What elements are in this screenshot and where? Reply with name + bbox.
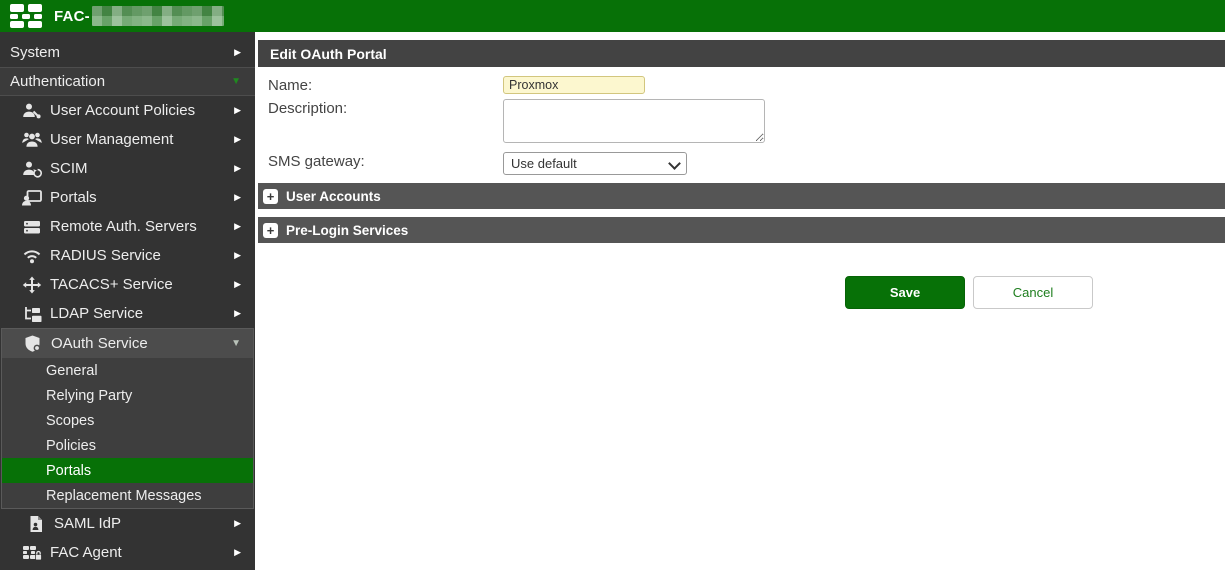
sidebar-item-label: User Account Policies — [50, 102, 195, 119]
wifi-icon — [22, 247, 42, 265]
user-wrench-icon — [22, 102, 42, 120]
chevron-right-icon: ▶ — [234, 105, 241, 116]
page-title: Edit OAuth Portal — [270, 46, 387, 62]
sidebar-item-scim[interactable]: SCIM ▶ — [0, 154, 255, 183]
sidebar-item-user-account-policies[interactable]: User Account Policies ▶ — [0, 96, 255, 125]
sidebar-item-saml-idp[interactable]: SAML IdP ▶ — [0, 509, 255, 538]
description-label: Description: — [268, 99, 503, 117]
sidebar-item-oauth-scopes[interactable]: Scopes — [2, 408, 253, 433]
server-stack-icon — [22, 218, 42, 236]
oauth-service-expanded-group: OAuth Service ▼ General Relying Party Sc… — [1, 328, 254, 509]
page-title-bar: Edit OAuth Portal — [258, 40, 1225, 67]
section-pre-login-services[interactable]: + Pre-Login Services — [258, 217, 1225, 243]
sidebar-nav: System ▶ Authentication ▼ User Account P… — [0, 32, 255, 570]
sidebar-item-label: SCIM — [50, 160, 88, 177]
save-button[interactable]: Save — [845, 276, 965, 309]
sidebar-item-ldap-service[interactable]: LDAP Service ▶ — [0, 299, 255, 328]
sidebar-item-oauth-policies[interactable]: Policies — [2, 433, 253, 458]
document-user-icon — [26, 515, 46, 533]
top-bar: FAC- — [0, 0, 1225, 32]
section-label: User Accounts — [286, 189, 381, 204]
sidebar-item-oauth-service[interactable]: OAuth Service ▼ — [2, 329, 253, 358]
description-textarea[interactable] — [503, 99, 765, 143]
sidebar-item-label: FAC Agent — [50, 544, 122, 561]
sms-gateway-select[interactable]: Use default — [503, 152, 687, 175]
user-sync-icon — [22, 160, 42, 178]
sidebar-item-oauth-replacement-messages[interactable]: Replacement Messages — [2, 483, 253, 508]
form-actions: Save Cancel — [845, 276, 1225, 309]
sidebar-item-label: Authentication — [10, 73, 105, 90]
chevron-right-icon: ▶ — [234, 134, 241, 145]
product-title: FAC- — [54, 8, 90, 25]
sidebar-item-label: System — [10, 44, 60, 61]
sidebar-item-user-management[interactable]: User Management ▶ — [0, 125, 255, 154]
chevron-right-icon: ▶ — [234, 308, 241, 319]
chevron-right-icon: ▶ — [234, 192, 241, 203]
fortinet-logo-icon — [10, 4, 44, 28]
grid-lock-icon — [22, 544, 42, 562]
expand-plus-icon[interactable]: + — [263, 223, 278, 238]
user-group-icon — [22, 131, 42, 149]
sidebar-item-label: SAML IdP — [54, 515, 121, 532]
name-input[interactable] — [503, 76, 645, 94]
name-label: Name: — [268, 76, 503, 94]
sidebar-item-label: Remote Auth. Servers — [50, 218, 197, 235]
chevron-right-icon: ▶ — [234, 518, 241, 529]
sidebar-item-label: TACACS+ Service — [50, 276, 173, 293]
sidebar-item-system[interactable]: System ▶ — [0, 38, 255, 67]
main-content: Edit OAuth Portal Name: Description: SMS… — [255, 32, 1225, 570]
sidebar-item-label: Portals — [50, 189, 97, 206]
sidebar-item-label: OAuth Service — [51, 335, 148, 352]
sidebar-item-label: General — [46, 363, 98, 379]
sidebar-item-portals[interactable]: Portals ▶ — [0, 183, 255, 212]
sidebar-item-oauth-portals-selected[interactable]: Portals — [2, 458, 253, 483]
sidebar-item-oauth-relying-party[interactable]: Relying Party — [2, 383, 253, 408]
oauth-portal-form: Name: Description: SMS gateway: Use defa… — [255, 76, 1225, 175]
sidebar-item-label: Scopes — [46, 413, 94, 429]
chevron-right-icon: ▶ — [234, 279, 241, 290]
chevron-right-icon: ▶ — [234, 163, 241, 174]
hierarchy-icon — [22, 305, 42, 323]
cross-arrows-icon — [22, 276, 42, 294]
sidebar-item-oauth-general[interactable]: General — [2, 358, 253, 383]
redacted-hostname — [92, 6, 224, 26]
sidebar-item-remote-auth-servers[interactable]: Remote Auth. Servers ▶ — [0, 212, 255, 241]
sidebar-item-label: LDAP Service — [50, 305, 143, 322]
sidebar-item-label: Replacement Messages — [46, 488, 202, 504]
expand-plus-icon[interactable]: + — [263, 189, 278, 204]
user-portal-icon — [22, 189, 42, 207]
sidebar-item-radius-service[interactable]: RADIUS Service ▶ — [0, 241, 255, 270]
sms-gateway-label: SMS gateway: — [268, 152, 503, 170]
chevron-right-icon: ▶ — [234, 250, 241, 261]
sidebar-item-tacacs-service[interactable]: TACACS+ Service ▶ — [0, 270, 255, 299]
sidebar-item-label: RADIUS Service — [50, 247, 161, 264]
sidebar-item-authentication[interactable]: Authentication ▼ — [0, 67, 255, 96]
chevron-right-icon: ▶ — [234, 547, 241, 558]
sidebar-item-label: Policies — [46, 438, 96, 454]
sidebar-item-label: User Management — [50, 131, 173, 148]
chevron-down-icon: ▼ — [231, 76, 241, 87]
sidebar-item-label: Portals — [46, 463, 91, 479]
chevron-right-icon: ▶ — [234, 221, 241, 232]
chevron-right-icon: ▶ — [234, 47, 241, 58]
shield-icon — [23, 335, 43, 353]
section-user-accounts[interactable]: + User Accounts — [258, 183, 1225, 209]
sidebar-item-fac-agent[interactable]: FAC Agent ▶ — [0, 538, 255, 567]
sidebar-item-label: Relying Party — [46, 388, 132, 404]
cancel-button[interactable]: Cancel — [973, 276, 1093, 309]
chevron-down-icon: ▼ — [231, 338, 241, 349]
section-label: Pre-Login Services — [286, 223, 408, 238]
